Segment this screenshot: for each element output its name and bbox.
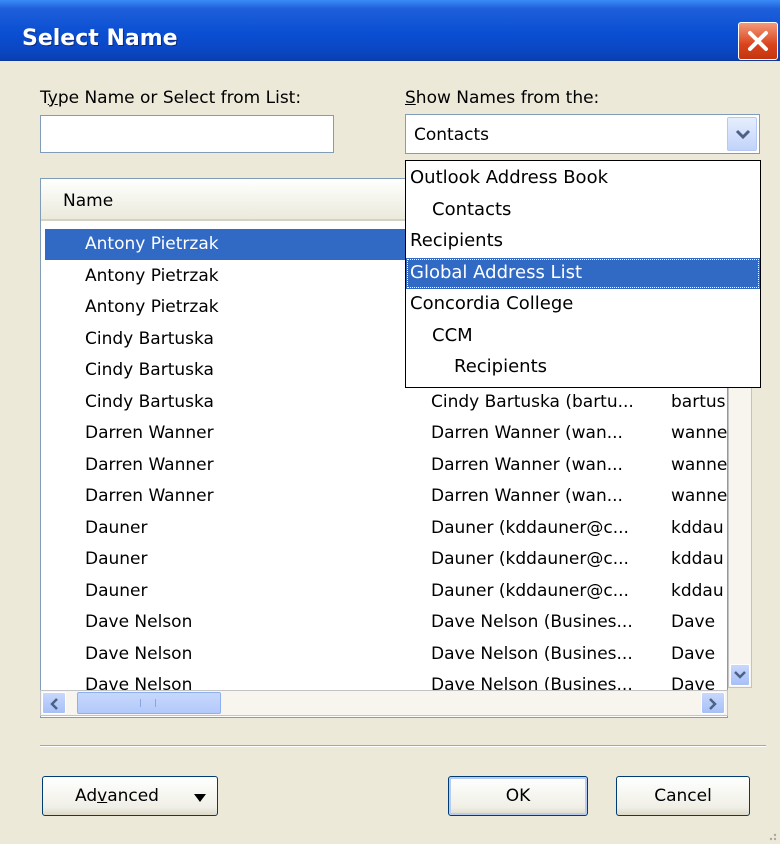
dropdown-option-label: Recipients — [410, 230, 504, 251]
row-display-name: Cindy Bartuska (bartu... — [431, 391, 634, 412]
table-row[interactable]: Dauner Dauner (kddauner@c... kddau — [45, 513, 727, 544]
table-row[interactable]: Dave Nelson Dave Nelson (Busines... Dave — [45, 607, 727, 638]
row-name: Darren Wanner — [85, 454, 214, 475]
row-email: kddau — [671, 549, 724, 569]
search-input[interactable] — [40, 115, 334, 153]
row-name: Cindy Bartuska — [85, 360, 214, 380]
row-display-name: Dave Nelson (Busines... — [431, 643, 633, 664]
row-display-name: Darren Wanner (wan... — [431, 423, 623, 443]
title-bar: Select Name — [0, 0, 780, 61]
row-display-name: Darren Wanner (wan... — [431, 486, 623, 506]
cancel-label: Cancel — [654, 786, 712, 806]
row-name: Antony Pietrzak — [85, 234, 219, 254]
horizontal-scrollbar[interactable] — [40, 690, 728, 716]
address-book-dropdown[interactable]: Outlook Address Book Contacts Recipients Gl… — [405, 160, 761, 388]
arrow-down-icon — [734, 671, 746, 679]
row-name: Cindy Bartuska — [85, 328, 214, 349]
table-row[interactable]: Darren Wanner Darren Wanner (wan... wanne — [45, 481, 728, 512]
row-display-name: Dauner (kddauner@c... — [431, 580, 629, 601]
dropdown-option-label: Concordia College — [410, 293, 574, 314]
close-button[interactable] — [738, 22, 778, 60]
source-label: Show Names from the: — [405, 88, 600, 108]
table-row[interactable]: Darren Wanner Darren Wanner (wan... wanne — [45, 418, 728, 449]
chevron-down-icon — [735, 129, 751, 140]
scroll-thumb[interactable] — [77, 692, 221, 714]
close-icon — [748, 31, 768, 51]
advanced-label: Advanced — [75, 786, 159, 806]
dropdown-option[interactable]: CCM — [406, 321, 760, 352]
row-name: Dave Nelson — [85, 612, 193, 632]
row-display-name: Dauner (kddauner@c... — [431, 517, 629, 538]
dropdown-option-label: Outlook Address Book — [410, 167, 609, 188]
row-display-name: Dave Nelson (Busines... — [431, 612, 633, 632]
row-name: Antony Pietrzak — [85, 265, 219, 286]
row-email: bartus — [671, 391, 726, 412]
dropdown-option[interactable]: Outlook Address Book — [406, 163, 760, 194]
ok-label: OK — [505, 786, 531, 806]
scroll-down-button[interactable] — [730, 664, 750, 686]
row-display-name: Dauner (kddauner@c... — [431, 549, 629, 569]
row-display-name: Darren Wanner (wan... — [431, 454, 623, 475]
scroll-right-button[interactable] — [701, 692, 725, 714]
separator — [40, 745, 766, 747]
row-name: Dauner — [85, 517, 148, 538]
row-name: Cindy Bartuska — [85, 391, 214, 412]
address-book-value: Contacts — [414, 125, 489, 145]
advanced-button[interactable]: Advanced — [42, 776, 218, 816]
dropdown-option[interactable]: Recipients — [406, 226, 760, 257]
search-label: Type Name or Select from List: — [40, 88, 302, 108]
table-row[interactable]: Darren Wanner Darren Wanner (wan... wanne — [45, 450, 728, 481]
cancel-button[interactable]: Cancel — [616, 776, 750, 816]
row-email: wanne — [671, 454, 728, 475]
dropdown-option[interactable]: Contacts — [406, 195, 760, 226]
dropdown-option-label: Global Address List — [410, 261, 583, 283]
dropdown-option[interactable]: Concordia College — [406, 289, 760, 320]
scroll-left-button[interactable] — [42, 692, 66, 714]
row-name: Antony Pietrzak — [85, 297, 219, 317]
ok-button[interactable]: OK — [448, 776, 588, 816]
column-header-name[interactable]: Name — [63, 191, 113, 211]
table-row[interactable]: Dauner Dauner (kddauner@c... kddau — [45, 576, 727, 607]
row-email: wanne — [671, 423, 728, 443]
row-email: wanne — [671, 486, 728, 506]
dropdown-option[interactable]: Recipients — [406, 352, 760, 383]
window-title: Select Name — [22, 26, 178, 51]
row-name: Dauner — [85, 549, 148, 569]
resize-grip-icon[interactable] — [762, 826, 778, 842]
arrow-right-icon — [709, 698, 717, 710]
dropdown-option[interactable]: Global Address List — [406, 257, 760, 289]
row-name: Dave Nelson — [85, 643, 193, 664]
dropdown-option-label: Recipients — [454, 356, 548, 377]
dropdown-button[interactable] — [727, 117, 757, 151]
row-name: Darren Wanner — [85, 486, 214, 506]
dropdown-option-label: Contacts — [432, 198, 512, 220]
row-email: Dave — [671, 612, 716, 632]
arrow-left-icon — [50, 698, 58, 710]
row-email: kddau — [671, 517, 724, 538]
row-name: Dauner — [85, 580, 148, 601]
dropdown-option-label: CCM — [432, 324, 473, 346]
row-email: kddau — [671, 580, 724, 601]
thumb-grip — [140, 699, 156, 707]
caret-down-icon — [194, 794, 206, 802]
table-row[interactable]: Dauner Dauner (kddauner@c... kddau — [45, 544, 727, 575]
row-name: Darren Wanner — [85, 423, 214, 443]
table-row[interactable]: Cindy Bartuska Cindy Bartuska (bartu... ba… — [45, 387, 727, 418]
row-email: Dave — [671, 643, 716, 664]
table-row[interactable]: Dave Nelson Dave Nelson (Busines... Dave — [45, 639, 727, 670]
address-book-select[interactable]: Contacts — [405, 114, 760, 154]
